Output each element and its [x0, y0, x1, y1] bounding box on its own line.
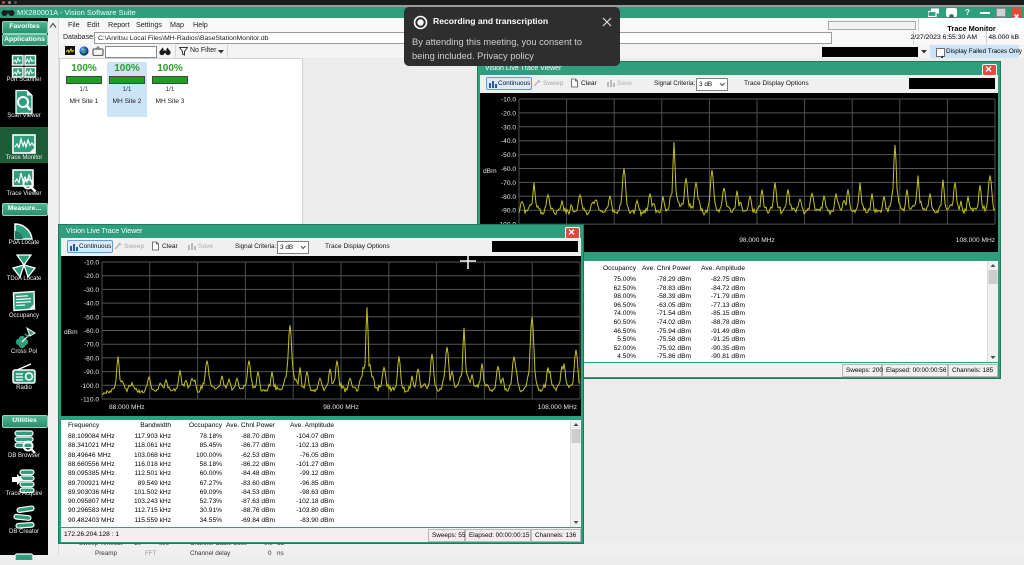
svg-text:-30.0: -30.0 — [84, 287, 99, 294]
svg-text:-60.0: -60.0 — [501, 166, 516, 173]
svg-text:98.000 MHz: 98.000 MHz — [739, 237, 775, 244]
svg-text:-70.0: -70.0 — [84, 342, 99, 349]
svg-text:-30.0: -30.0 — [501, 124, 516, 131]
svg-text:-90.0: -90.0 — [501, 208, 516, 215]
svg-text:98.000 MHz: 98.000 MHz — [323, 404, 359, 411]
svg-text:dBm: dBm — [64, 329, 78, 336]
svg-text:-100.0: -100.0 — [80, 383, 99, 390]
svg-text:-70.0: -70.0 — [501, 180, 516, 187]
svg-text:88.000 MHz: 88.000 MHz — [109, 404, 145, 411]
svg-text:-10.0: -10.0 — [501, 97, 516, 104]
svg-text:dBm: dBm — [483, 168, 497, 175]
svg-text:-20.0: -20.0 — [501, 110, 516, 117]
svg-text:-40.0: -40.0 — [84, 301, 99, 308]
svg-text:-110.0: -110.0 — [81, 397, 100, 404]
svg-text:108.000 MHz: 108.000 MHz — [538, 404, 577, 411]
svg-text:-10.0: -10.0 — [84, 260, 99, 267]
svg-text:-80.0: -80.0 — [501, 194, 516, 201]
svg-text:-20.0: -20.0 — [84, 273, 99, 280]
svg-text:-90.0: -90.0 — [84, 369, 99, 376]
svg-text:-60.0: -60.0 — [84, 328, 99, 335]
svg-text:108.000 MHz: 108.000 MHz — [956, 237, 995, 244]
svg-text:-40.0: -40.0 — [501, 138, 516, 145]
svg-text:-50.0: -50.0 — [84, 314, 99, 321]
svg-text:-80.0: -80.0 — [84, 355, 99, 362]
svg-text:-50.0: -50.0 — [501, 152, 516, 159]
